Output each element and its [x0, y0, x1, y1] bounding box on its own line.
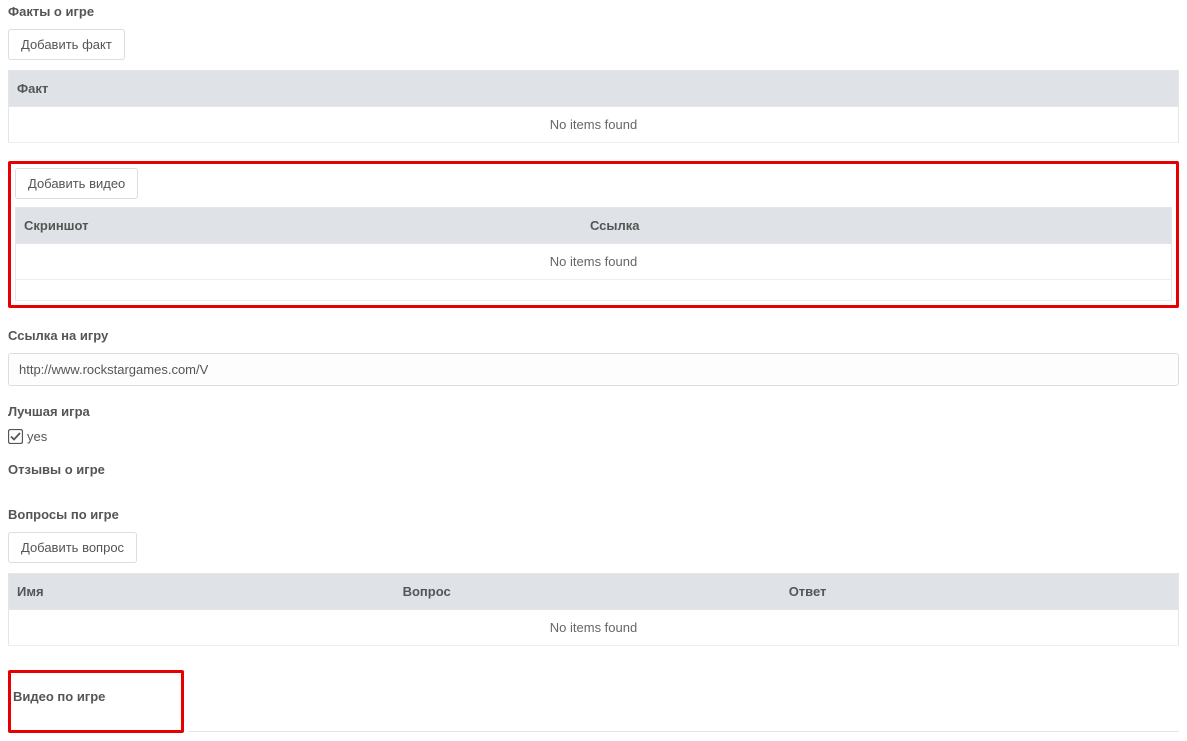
video-column-screenshot: Скриншот	[16, 208, 582, 244]
questions-table: Имя Вопрос Ответ No items found	[8, 573, 1179, 646]
reviews-section: Отзывы о игре	[8, 462, 1179, 477]
facts-section: Факты о игре Добавить факт Факт No items…	[8, 4, 1179, 143]
game-video-heading: Видео по игре	[13, 689, 155, 704]
table-row: No items found	[9, 610, 1179, 646]
questions-heading: Вопросы по игре	[8, 507, 1179, 522]
questions-no-items: No items found	[9, 610, 1179, 646]
game-video-section: Видео по игре	[8, 670, 184, 733]
add-video-button[interactable]: Добавить видео	[15, 168, 138, 199]
game-link-heading: Ссылка на игру	[8, 328, 1179, 343]
checkbox-checked-icon[interactable]	[8, 429, 23, 444]
video-embed-table: Скриншот Ссылка No items found	[15, 207, 1172, 301]
facts-column-fact: Факт	[9, 71, 1179, 107]
add-fact-button[interactable]: Добавить факт	[8, 29, 125, 60]
table-row: No items found	[9, 107, 1179, 143]
facts-table: Факт No items found	[8, 70, 1179, 143]
video-embed-section: Добавить видео Скриншот Ссылка No items …	[8, 161, 1179, 308]
best-game-section: Лучшая игра yes	[8, 404, 1179, 444]
questions-section: Вопросы по игре Добавить вопрос Имя Вопр…	[8, 507, 1179, 646]
questions-column-name: Имя	[9, 574, 395, 610]
table-footer	[16, 280, 1172, 301]
facts-no-items: No items found	[9, 107, 1179, 143]
best-game-heading: Лучшая игра	[8, 404, 1179, 419]
best-game-checkbox-label: yes	[27, 429, 47, 444]
video-no-items: No items found	[16, 244, 1172, 280]
questions-column-question: Вопрос	[395, 574, 781, 610]
facts-heading: Факты о игре	[8, 4, 1179, 19]
add-question-button[interactable]: Добавить вопрос	[8, 532, 137, 563]
game-link-section: Ссылка на игру	[8, 328, 1179, 386]
video-column-link: Ссылка	[582, 208, 1172, 244]
table-row: No items found	[16, 244, 1172, 280]
questions-column-answer: Ответ	[781, 574, 1179, 610]
game-link-input[interactable]	[8, 353, 1179, 386]
reviews-heading: Отзывы о игре	[8, 462, 1179, 477]
